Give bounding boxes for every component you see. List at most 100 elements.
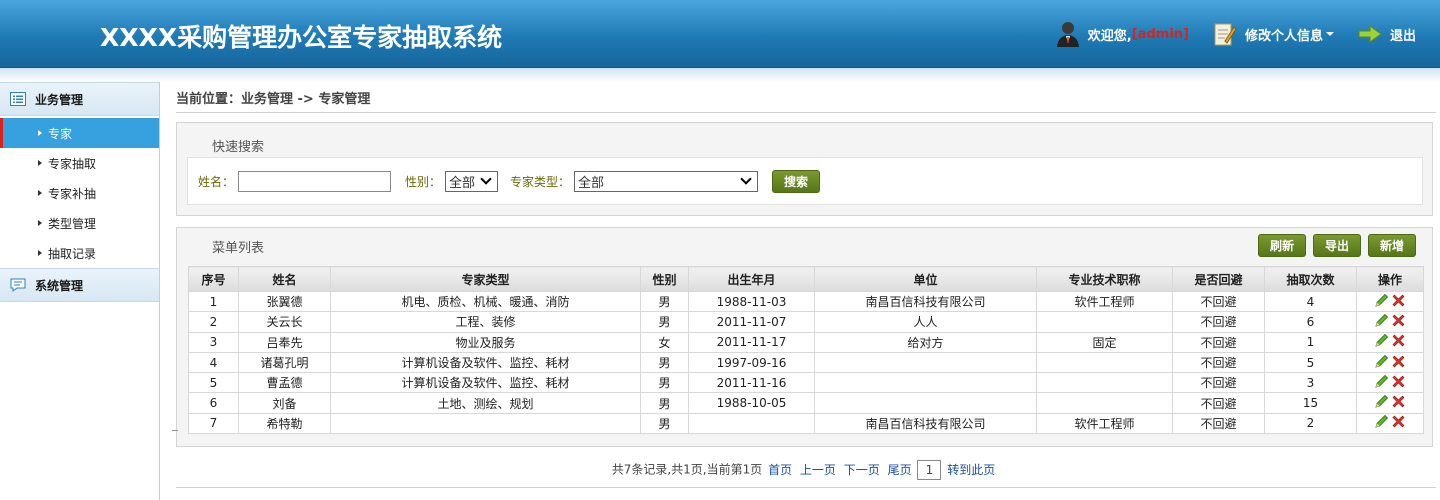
sidebar-item-type-management[interactable]: 类型管理 <box>0 208 159 238</box>
edit-pencil-icon[interactable] <box>1374 293 1389 311</box>
table-cell: 1 <box>1264 331 1357 353</box>
table-cell: 曹孟德 <box>238 372 331 394</box>
pager-summary: 共7条记录,共1页,当前第1页 <box>611 462 763 477</box>
table-cell: 男 <box>640 392 689 414</box>
add-button[interactable]: 新增 <box>1368 234 1416 257</box>
actions-cell <box>1356 412 1424 435</box>
username: [admin] <box>1131 26 1189 42</box>
actions-cell <box>1356 331 1424 353</box>
table-cell: 5 <box>1264 351 1357 374</box>
last-page-link[interactable]: 尾页 <box>888 463 912 477</box>
table-cell: 2011-11-17 <box>688 331 815 353</box>
gender-value: 全部 <box>449 175 476 191</box>
app-title: XXXX采购管理办公室专家抽取系统 <box>100 23 503 52</box>
search-panel: 快速搜索 姓名： 性别： 全部 专家类型： 全部 搜索 <box>176 122 1433 216</box>
header-band <box>0 68 1440 82</box>
edit-pencil-icon[interactable] <box>1374 394 1389 412</box>
top-header: XXXX采购管理办公室专家抽取系统 欢迎您, [admin] 修改个人信息 退出 <box>0 0 1440 68</box>
sidebar-item-experts[interactable]: 专家 <box>0 118 159 148</box>
table-cell: 3 <box>1264 372 1357 394</box>
table-cell: 1997-09-16 <box>688 351 815 374</box>
delete-cross-icon[interactable] <box>1391 293 1406 311</box>
triangle-right-icon <box>38 130 42 136</box>
table-cell: 男 <box>640 290 689 313</box>
triangle-right-icon <box>38 220 42 226</box>
table-cell <box>1036 351 1173 374</box>
triangle-right-icon <box>38 190 42 196</box>
table-cell: 2011-11-07 <box>688 311 815 333</box>
table-row[interactable]: 6 刘备 土地、测绘、规划男 1988-10-05 不回避 15 <box>188 392 1424 414</box>
table-cell: 计算机设备及软件、监控、耗材 <box>330 372 641 394</box>
edit-pencil-icon[interactable] <box>1374 354 1389 372</box>
delete-cross-icon[interactable] <box>1391 394 1406 412</box>
prev-page-link[interactable]: 上一页 <box>800 463 836 477</box>
gender-select[interactable]: 全部 <box>445 170 499 192</box>
logout-button[interactable]: 退出 <box>1358 21 1416 47</box>
table-row[interactable]: 7 希特勒 男 南昌百信科技有限公司 软件工程师 不回避 2 <box>188 412 1424 435</box>
table-cell <box>330 412 641 435</box>
edit-pencil-icon[interactable] <box>1374 374 1389 392</box>
sidebar-item-expert-draw[interactable]: 专家抽取 <box>0 148 159 178</box>
header-actions: 欢迎您, [admin] 修改个人信息 退出 <box>1056 0 1440 68</box>
actions-cell <box>1356 311 1424 333</box>
page-number-input[interactable]: 1 <box>917 460 942 480</box>
table-cell: 南昌百信科技有限公司 <box>814 290 1037 313</box>
sidebar-group-business[interactable]: 业务管理 <box>0 82 159 116</box>
expert-type-select[interactable]: 全部 <box>574 170 759 192</box>
table-row[interactable]: 4 诸葛孔明 计算机设备及软件、监控、耗材男 1997-09-16 不回避 5 <box>188 351 1424 374</box>
column-header: 专业技术职称 <box>1036 266 1173 292</box>
column-header: 出生年月 <box>688 266 815 292</box>
logout-label: 退出 <box>1389 28 1416 44</box>
table-cell: 软件工程师 <box>1036 290 1173 313</box>
table-row[interactable]: 1 张翼德 机电、质检、机械、暖通、消防男 1988-11-03 南昌百信科技有限公司软… <box>188 290 1424 313</box>
column-header: 抽取次数 <box>1264 266 1357 292</box>
first-page-link[interactable]: 首页 <box>768 463 792 477</box>
name-input[interactable] <box>238 170 392 192</box>
next-page-link[interactable]: 下一页 <box>844 463 880 477</box>
actions-cell <box>1356 290 1424 313</box>
chevron-down-icon <box>480 173 492 185</box>
sidebar-group-system[interactable]: 系统管理 <box>0 268 159 302</box>
export-button[interactable]: 导出 <box>1313 234 1361 257</box>
search-panel-title: 快速搜索 <box>212 140 265 155</box>
edit-pencil-icon[interactable] <box>1374 333 1389 351</box>
edit-pencil-icon[interactable] <box>1374 313 1389 331</box>
pagination: 共7条记录,共1页,当前第1页 首页 上一页 下一页 尾页 1 转到此页 <box>176 460 1433 480</box>
divider <box>176 112 1436 113</box>
sidebar-item-draw-records[interactable]: 抽取记录 <box>0 238 159 268</box>
delete-cross-icon[interactable] <box>1391 414 1406 432</box>
table-cell: 2 <box>1264 412 1357 435</box>
table-cell <box>814 372 1037 394</box>
table-cell: 刘备 <box>238 392 331 414</box>
table-cell: 不回避 <box>1172 351 1265 374</box>
table-cell: 男 <box>640 351 689 374</box>
search-button[interactable]: 搜索 <box>772 169 821 193</box>
column-header: 性别 <box>640 266 689 292</box>
list-icon <box>10 92 26 106</box>
table-cell: 1 <box>188 290 239 313</box>
table-cell: 机电、质检、机械、暖通、消防 <box>330 290 641 313</box>
table-row[interactable]: 2 关云长 工程、装修男 2011-11-07 人人 不回避 6 <box>188 311 1424 333</box>
table-row[interactable]: 3 吕奉先 物业及服务女 2011-11-17 给对方 固定 不回避 1 <box>188 331 1424 353</box>
triangle-right-icon <box>38 250 42 256</box>
divider <box>176 487 1436 488</box>
table-row[interactable]: 5 曹孟德 计算机设备及软件、监控、耗材男 2011-11-16 不回避 3 <box>188 372 1424 394</box>
refresh-button[interactable]: 刷新 <box>1258 234 1306 257</box>
edit-pencil-icon[interactable] <box>1374 414 1389 432</box>
table-cell: 7 <box>188 412 239 435</box>
sidebar-item-expert-redraw[interactable]: 专家补抽 <box>0 178 159 208</box>
divider <box>172 430 178 431</box>
sidebar-group-label: 系统管理 <box>35 278 84 293</box>
expert-type-value: 全部 <box>578 175 605 191</box>
delete-cross-icon[interactable] <box>1391 374 1406 392</box>
profile-menu[interactable]: 修改个人信息 <box>1213 21 1334 47</box>
goto-page-link[interactable]: 转到此页 <box>947 463 995 477</box>
list-panel: 菜单列表 刷新 导出 新增 序号 姓名 专家类型 性别 出生年月 单位 专业技术职称 是否回避… <box>176 227 1433 447</box>
breadcrumb: 当前位置：业务管理 -> 专家管理 <box>176 92 371 107</box>
delete-cross-icon[interactable] <box>1391 313 1406 331</box>
actions-cell <box>1356 392 1424 414</box>
column-header: 单位 <box>814 266 1037 292</box>
table-cell <box>688 412 815 435</box>
delete-cross-icon[interactable] <box>1391 333 1406 351</box>
delete-cross-icon[interactable] <box>1391 354 1406 372</box>
